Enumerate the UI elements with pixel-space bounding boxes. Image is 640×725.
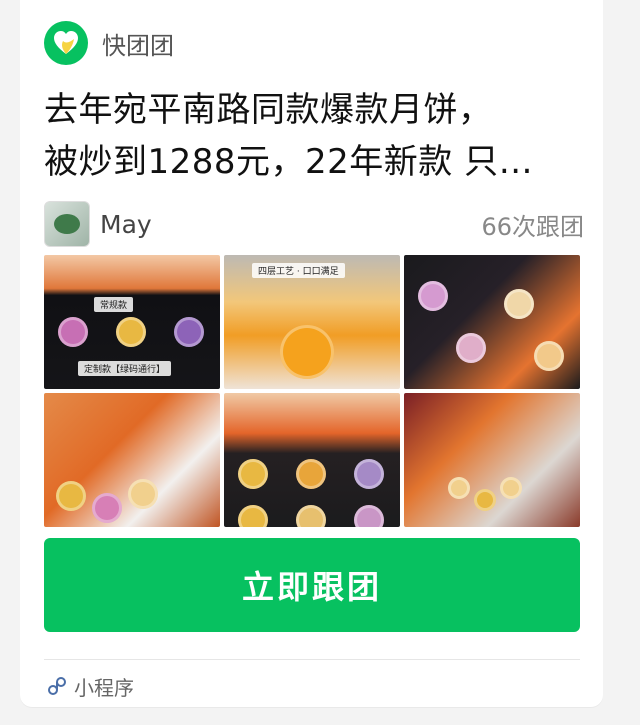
product-photo[interactable]: 常规款 定制款【绿码通行】	[44, 255, 220, 389]
mooncake	[116, 317, 146, 347]
mooncake	[456, 333, 486, 363]
mooncake	[448, 477, 470, 499]
author-row: May 66次跟团	[44, 200, 584, 248]
post-title-line-2: 被炒到1288元，22年新款 只…	[44, 142, 534, 182]
photo-label: 定制款【绿码通行】	[78, 361, 172, 376]
photo-label: 常规款	[94, 297, 134, 312]
egg-yolk	[280, 325, 334, 379]
mooncake	[238, 505, 268, 527]
card-header: 快团团	[44, 20, 174, 66]
mooncake	[238, 459, 268, 489]
join-group-button[interactable]: 立即跟团	[44, 538, 580, 632]
chat-bubble-tail	[30, 36, 42, 56]
product-gallery[interactable]: 常规款 定制款【绿码通行】 四层工艺 · 口口满足	[44, 255, 580, 529]
mooncake	[354, 459, 384, 489]
mooncake	[92, 493, 122, 523]
post-title-line-1: 去年宛平南路同款爆款月饼，	[44, 90, 493, 130]
product-photo[interactable]	[44, 393, 220, 527]
product-photo[interactable]	[224, 393, 400, 527]
mooncake	[500, 477, 522, 499]
mooncake	[418, 281, 448, 311]
share-card[interactable]: 快团团 去年宛平南路同款爆款月饼， 被炒到1288元，22年新款 只… May …	[20, 0, 603, 707]
follow-count: 66次跟团	[481, 212, 584, 241]
mooncake	[56, 481, 86, 511]
mooncake	[504, 289, 534, 319]
product-photo[interactable]: 四层工艺 · 口口满足	[224, 255, 400, 389]
mini-program-label: 小程序	[74, 675, 134, 700]
mini-program-icon	[48, 677, 66, 695]
product-photo[interactable]	[404, 393, 580, 527]
heart-icon	[44, 21, 88, 65]
mooncake	[58, 317, 88, 347]
photo-label: 四层工艺 · 口口满足	[252, 263, 345, 278]
author-name: May	[100, 209, 152, 239]
post-title[interactable]: 去年宛平南路同款爆款月饼， 被炒到1288元，22年新款 只…	[44, 84, 584, 188]
mooncake	[354, 505, 384, 527]
mooncake	[296, 459, 326, 489]
divider	[44, 659, 580, 660]
mooncake	[128, 479, 158, 509]
mooncake	[474, 489, 496, 511]
mooncake	[296, 505, 326, 527]
mini-program-footer: 小程序	[46, 670, 134, 702]
mooncake	[174, 317, 204, 347]
product-photo[interactable]	[404, 255, 580, 389]
mooncake	[534, 341, 564, 371]
avatar	[44, 201, 90, 247]
app-name: 快团团	[102, 31, 174, 60]
